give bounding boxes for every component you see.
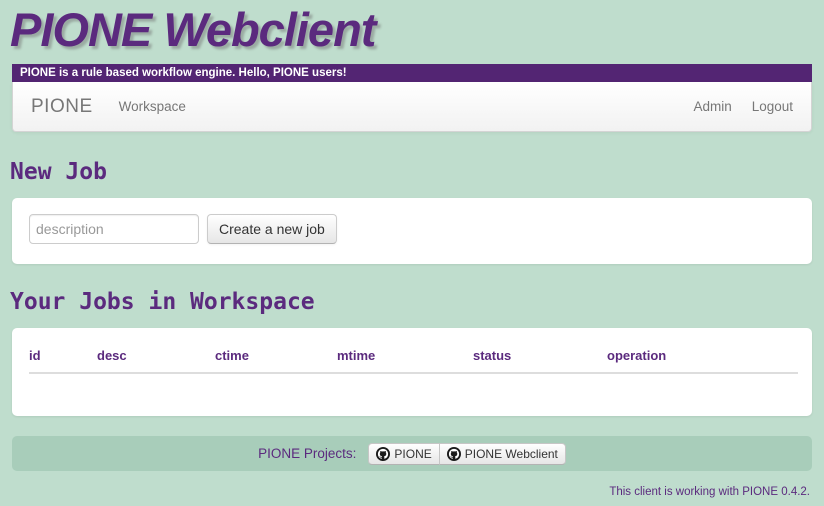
- jobs-table: id desc ctime mtime status operation: [29, 344, 798, 374]
- column-header-status[interactable]: status: [473, 344, 607, 374]
- project-button-label: PIONE: [394, 446, 432, 461]
- version-note: This client is working with PIONE 0.4.2.: [609, 486, 810, 498]
- nav-link-workspace[interactable]: Workspace: [107, 99, 198, 114]
- project-button-label: PIONE Webclient: [464, 446, 558, 461]
- heading-your-jobs: Your Jobs in Workspace: [10, 289, 315, 315]
- new-job-form: Create a new job: [12, 198, 812, 244]
- create-a-new-job-button[interactable]: Create a new job: [207, 214, 337, 244]
- nav-link-logout[interactable]: Logout: [742, 99, 811, 114]
- column-header-desc[interactable]: desc: [97, 344, 215, 374]
- description-input[interactable]: [29, 214, 199, 244]
- navbar-brand-pione[interactable]: PIONE: [13, 96, 107, 118]
- column-header-operation[interactable]: operation: [607, 344, 798, 374]
- github-octocat-icon: [446, 446, 465, 461]
- jobs-panel: id desc ctime mtime status operation: [12, 328, 812, 416]
- new-job-panel: Create a new job: [12, 198, 812, 264]
- page-title: PIONE Webclient: [10, 3, 376, 56]
- heading-new-job: New Job: [10, 159, 107, 185]
- project-button-2[interactable]: PIONE Webclient: [439, 442, 566, 465]
- project-button-group: PIONE PIONE Webclient: [368, 442, 566, 465]
- table-header-row: id desc ctime mtime status operation: [29, 344, 798, 374]
- footer-projects-label: PIONE Projects:: [258, 446, 357, 461]
- navbar-left-group: PIONE Workspace: [13, 96, 198, 118]
- github-octocat-icon: [376, 446, 394, 461]
- subtitle-bar: PIONE is a rule based workflow engine. H…: [12, 64, 812, 82]
- column-header-mtime[interactable]: mtime: [337, 344, 473, 374]
- project-button-1[interactable]: PIONE: [368, 442, 440, 465]
- navbar-right-group: Admin Logout: [683, 99, 811, 114]
- column-header-ctime[interactable]: ctime: [215, 344, 337, 374]
- navbar: PIONE Workspace Admin Logout: [12, 82, 812, 132]
- nav-link-admin[interactable]: Admin: [683, 99, 741, 114]
- footer-projects-bar: PIONE Projects: PIONE PIONE Webclient: [12, 436, 812, 471]
- column-header-id[interactable]: id: [29, 344, 97, 374]
